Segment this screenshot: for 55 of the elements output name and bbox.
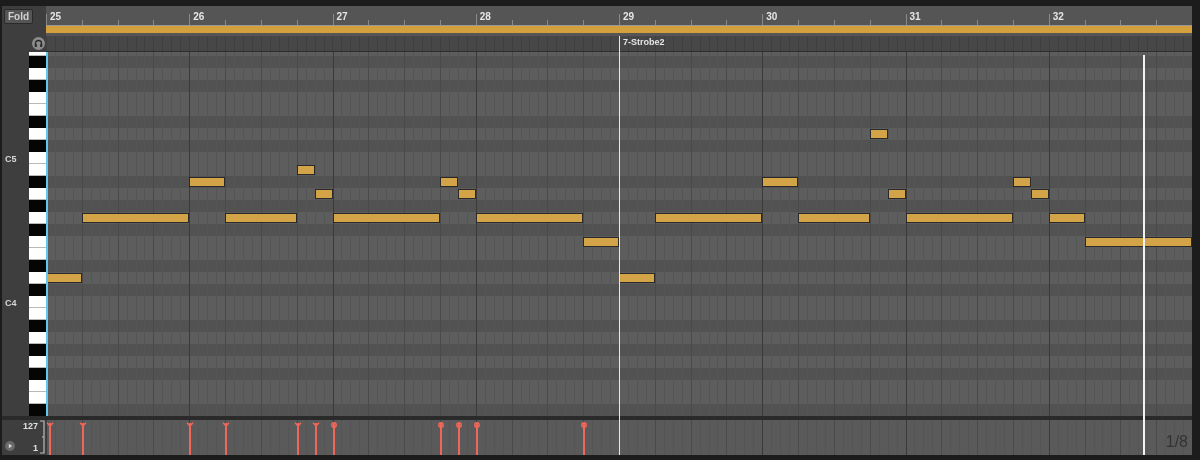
bar-number: 32 [1052,11,1064,22]
midi-note[interactable] [619,273,655,283]
midi-note[interactable] [225,213,297,223]
velocity-stem[interactable] [186,422,194,455]
clip-name: 7-Strobe2 [623,37,665,47]
headphones-icon[interactable] [32,37,45,50]
clip-start-line[interactable] [619,36,620,455]
bar-number: 31 [909,11,921,22]
midi-note[interactable] [332,213,440,223]
midi-note[interactable] [798,213,870,223]
bar-number: 27 [336,11,348,22]
bar-number: 29 [623,11,635,22]
velocity-stem[interactable] [222,422,230,455]
velocity-stem[interactable] [311,422,320,455]
midi-note[interactable] [189,177,226,187]
fold-button[interactable]: Fold [4,9,34,24]
bar-number: 28 [479,11,491,22]
midi-note[interactable] [314,189,333,199]
velocity-max-label: 127 [22,421,38,431]
midi-note[interactable] [296,165,315,175]
velocity-stem[interactable] [455,422,462,455]
velocity-stem[interactable] [473,422,480,455]
midi-note[interactable] [583,237,619,247]
bar-number: 26 [193,11,205,22]
velocity-stem[interactable] [293,422,302,455]
velocity-stem[interactable] [581,422,588,455]
bar-number: 30 [766,11,778,22]
octave-label: C5 [5,154,17,166]
octave-label: C4 [5,298,17,310]
midi-note[interactable] [457,189,476,199]
range-bracket [40,420,45,454]
midi-note[interactable] [81,213,190,223]
end-marker[interactable] [1142,55,1145,455]
bar-number: 25 [50,11,62,22]
play-icon[interactable] [5,441,15,451]
velocity-stem[interactable] [330,422,337,455]
midi-note[interactable] [46,273,82,283]
midi-note[interactable] [439,177,458,187]
timeline-ruler[interactable]: 25 26 27 28 29 30 31 32 [46,6,1192,36]
velocity-stem[interactable] [46,422,54,455]
midi-note[interactable] [654,213,763,223]
midi-note[interactable] [1084,237,1192,247]
midi-note[interactable] [887,189,906,199]
midi-note[interactable] [1030,189,1049,199]
velocity-min-label: 1 [33,443,38,453]
midi-note[interactable] [1048,213,1085,223]
midi-note[interactable] [762,177,799,187]
note-grid[interactable] [46,52,1192,416]
midi-note[interactable] [475,213,584,223]
midi-note[interactable] [869,129,888,139]
velocity-stem[interactable] [438,422,444,455]
velocity-stem[interactable] [79,422,87,455]
midi-note[interactable] [905,213,1013,223]
start-marker[interactable] [46,52,48,416]
midi-note[interactable] [1012,177,1031,187]
